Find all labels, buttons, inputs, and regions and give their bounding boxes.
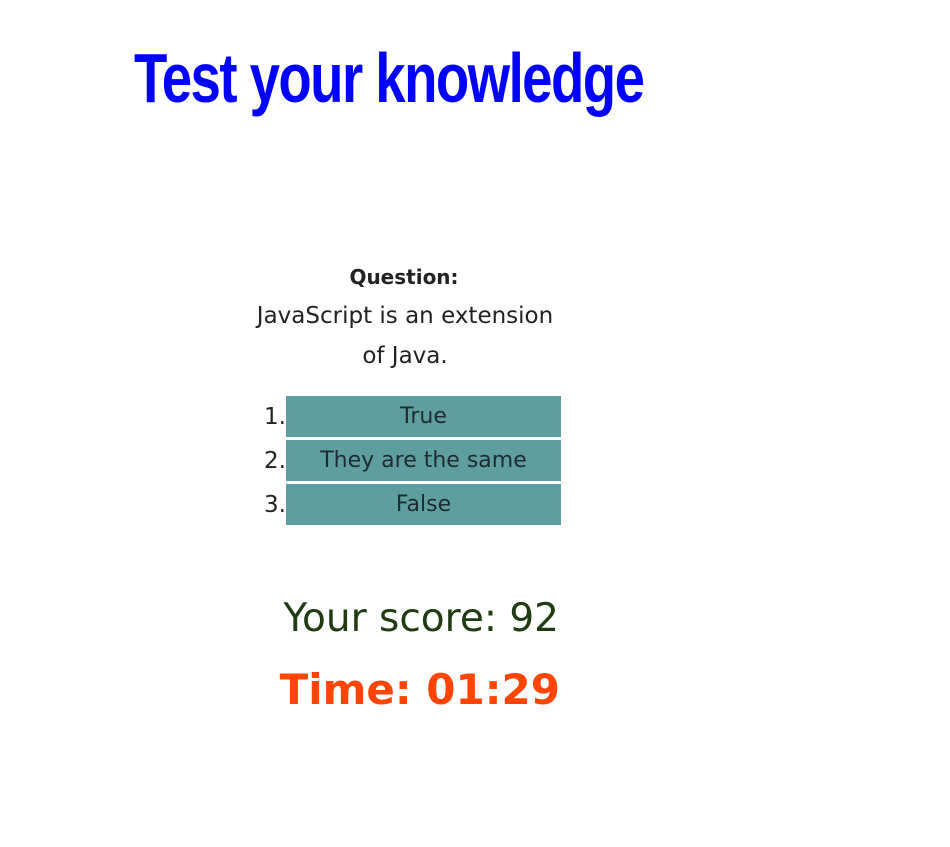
answer-number: 3. <box>264 491 286 518</box>
answer-false-button[interactable]: False <box>286 484 561 525</box>
answer-item-3: 3. False <box>246 484 564 525</box>
answer-list: 1. True 2. They are the same 3. False <box>246 396 564 525</box>
answer-same-button[interactable]: They are the same <box>286 440 561 481</box>
question-label: Question: <box>349 265 459 289</box>
answer-item-1: 1. True <box>246 396 564 437</box>
score-display: Your score: 92 <box>283 596 559 641</box>
answer-item-2: 2. They are the same <box>246 440 564 481</box>
question-text: JavaScript is an extension of Java. <box>256 303 554 369</box>
quiz-panel: Question: JavaScript is an extension of … <box>246 258 564 528</box>
answer-true-button[interactable]: True <box>286 396 561 437</box>
answer-number: 2. <box>264 447 286 474</box>
answer-number: 1. <box>264 403 286 430</box>
page-title: Test your knowledge <box>134 39 645 117</box>
timer-display: Time: 01:29 <box>279 665 560 714</box>
